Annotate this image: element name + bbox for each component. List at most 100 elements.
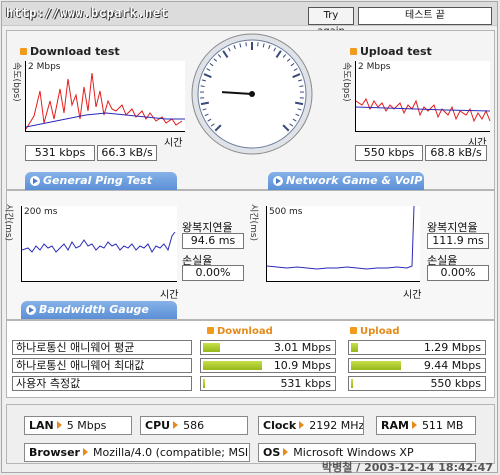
lan-info: LAN 5 Mbps [24, 416, 132, 435]
upload-title-text: Upload test [360, 45, 432, 58]
gauge-tick [299, 85, 304, 87]
clock-value: 2192 MHz [309, 419, 364, 432]
clock-label: Clock [263, 419, 297, 432]
bandwidth-upload-header-text: Upload [360, 326, 400, 337]
upload-ylabel: 속도(bps) [341, 62, 351, 102]
bandwidth-row-label: 하나로통신 애니웨어 평균 [12, 340, 192, 355]
triangle-right-icon [56, 421, 62, 429]
ping-ylabel: 시간(ms) [3, 204, 13, 242]
download-bar-value: 10.9 Mbps [273, 359, 331, 372]
arrow-right-icon [26, 305, 36, 315]
ping-graph-svg [21, 231, 176, 253]
game-ylabel: 시간(ms) [248, 204, 258, 242]
upload-scale: 2 Mbps [358, 62, 391, 72]
triangle-right-icon [82, 448, 88, 456]
ping-series [21, 231, 176, 253]
triangle-right-icon [173, 421, 179, 429]
bandwidth-row-label: 하나로통신 애니웨어 최대값 [12, 358, 192, 373]
tab-general-ping-label: General Ping Test [43, 174, 152, 187]
download-series-red [25, 72, 183, 130]
ram-value: 511 MB [421, 419, 464, 432]
download-title-text: Download test [30, 45, 120, 58]
download-scale: 2 Mbps [28, 62, 61, 72]
tab-general-ping-test[interactable]: General Ping Test [25, 172, 177, 190]
arrow-right-icon [273, 176, 283, 186]
download-series-blue [25, 112, 185, 128]
download-xlabel: 시간 [164, 138, 183, 149]
download-bar-track: 10.9 Mbps [200, 358, 336, 373]
ram-info: RAM 511 MB [376, 416, 476, 435]
upload-bar-track: 550 kbps [348, 376, 486, 391]
upload-graph: 2 Mbps [355, 61, 491, 132]
tab-bandwidth-gauge[interactable]: Bandwidth Gauge [21, 301, 177, 319]
game-graph: 500 ms [266, 205, 420, 282]
orange-bullet-icon [350, 48, 357, 55]
browser-info: Browser Mozilla/4.0 (compatible; MSIE 6.0 [24, 443, 250, 462]
game-delay-value: 111.9 ms [427, 233, 489, 249]
download-bar-track: 531 kbps [200, 376, 336, 391]
game-graph-svg [266, 205, 415, 270]
cpu-info: CPU 586 [140, 416, 248, 435]
browser-value: Mozilla/4.0 (compatible; MSIE 6.0 [92, 446, 249, 459]
cpu-label: CPU [145, 419, 171, 432]
download-graph: 2 Mbps [25, 61, 185, 132]
top-bar: http://www.bcpark.net Try again 테스트 끝 [2, 2, 497, 37]
ping-xlabel: 시간 [160, 290, 179, 301]
arrow-right-icon [30, 176, 40, 186]
game-xlabel: 시간 [403, 290, 422, 301]
download-kbps: 531 kbps [25, 145, 95, 161]
orange-bullet-icon [207, 327, 214, 334]
status-field: 테스트 끝 [358, 7, 492, 25]
download-title: Download test [20, 45, 120, 58]
os-label: OS [263, 446, 281, 459]
clock-info: Clock 2192 MHz [258, 416, 364, 435]
upload-bar [351, 379, 353, 388]
download-bar-track: 3.01 Mbps [200, 340, 336, 355]
ram-label: RAM [381, 419, 409, 432]
download-kBs: 66.3 kB/s [97, 145, 157, 161]
upload-bar-track: 9.44 Mbps [348, 358, 486, 373]
try-again-button[interactable]: Try again [308, 7, 354, 37]
ping-delay-value: 94.6 ms [182, 233, 244, 249]
download-bar-value: 531 kbps [280, 377, 331, 390]
upload-kBs: 68.8 kB/s [425, 145, 487, 161]
download-bar [203, 343, 220, 352]
triangle-right-icon [411, 421, 417, 429]
tab-network-game-voip[interactable]: Network Game & VoIP Test [268, 172, 424, 205]
os-value: Microsoft Windows XP [293, 446, 414, 459]
lan-label: LAN [29, 419, 54, 432]
ping-graph: 200 ms [21, 206, 177, 282]
download-bar [203, 379, 205, 388]
bandwidth-row-label: 사용자 측정값 [12, 376, 192, 391]
orange-bullet-icon [20, 48, 27, 55]
game-loss-value: 0.00% [427, 265, 489, 281]
footer-signature: 박병철 / 2003-12-14 18:42:47 [322, 461, 493, 474]
orange-bullet-icon [350, 327, 357, 334]
bandwidth-download-header: Download [207, 326, 273, 337]
upload-kbps: 550 kbps [355, 145, 423, 161]
speed-gauge [191, 33, 313, 155]
triangle-right-icon [283, 448, 289, 456]
triangle-right-icon [299, 421, 305, 429]
bandwidth-download-header-text: Download [217, 326, 273, 337]
upload-series-red [355, 97, 491, 123]
browser-label: Browser [29, 446, 80, 459]
upload-bar-track: 1.29 Mbps [348, 340, 486, 355]
ping-scale: 200 ms [24, 207, 58, 217]
cpu-value: 586 [183, 419, 205, 432]
gauge-tick [200, 85, 205, 87]
upload-bar [351, 361, 401, 370]
site-url[interactable]: http://www.bcpark.net [6, 6, 168, 20]
bandwidth-upload-header: Upload [350, 326, 399, 337]
ping-loss-value: 0.00% [182, 265, 244, 281]
speedtest-frame: http://www.bcpark.net Try again 테스트 끝 Do… [1, 1, 498, 474]
upload-bar [351, 343, 358, 352]
download-bar-value: 3.01 Mbps [273, 341, 331, 354]
download-ylabel: 속도(bps) [11, 62, 21, 102]
upload-bar-value: 550 kbps [430, 377, 481, 390]
game-scale: 500 ms [269, 207, 303, 217]
tab-bandwidth-label: Bandwidth Gauge [39, 303, 149, 316]
upload-bar-value: 1.29 Mbps [423, 341, 481, 354]
upload-bar-value: 9.44 Mbps [423, 359, 481, 372]
lan-value: 5 Mbps [66, 419, 107, 432]
